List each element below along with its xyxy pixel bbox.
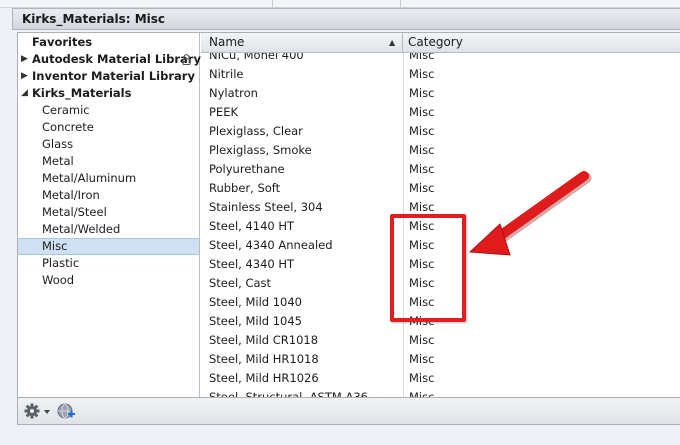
list-header: Name ▲ Category <box>201 33 680 53</box>
material-name: Steel, Mild HR1026 <box>209 371 319 385</box>
material-category: Misc <box>409 333 435 347</box>
tree-item-label: Misc <box>42 239 68 253</box>
add-material-button[interactable] <box>56 402 78 420</box>
column-header-name-label: Name <box>209 35 245 49</box>
tree-item[interactable]: Metal/Steel <box>18 204 199 221</box>
table-row[interactable]: Polyurethane Misc <box>201 160 680 179</box>
collapsed-arrow-icon[interactable]: ▶ <box>21 51 31 68</box>
material-category: Misc <box>409 390 435 397</box>
tree-item-label: Metal/Aluminum <box>42 171 137 185</box>
library-title: Kirks_Materials: Misc <box>12 8 680 30</box>
tree-item[interactable]: Misc <box>18 238 199 255</box>
material-category: Misc <box>409 181 435 195</box>
tree-item-label: Plastic <box>42 256 80 270</box>
sort-ascending-icon: ▲ <box>389 38 396 47</box>
material-name: Steel, Mild 1045 <box>209 314 302 328</box>
table-row[interactable]: Nylatron Misc <box>201 84 680 103</box>
top-strip-segment <box>0 0 273 7</box>
bottom-toolbar <box>17 398 680 425</box>
tree-item-label: Wood <box>42 273 75 287</box>
column-header-name[interactable]: Name ▲ <box>201 33 403 52</box>
library-tree: Favorites ▶ Autodesk Material Library ▶ Inve… <box>18 33 201 397</box>
tree-item[interactable]: Plastic <box>18 255 199 272</box>
table-row[interactable]: Steel, Structural, ASTM A36 Misc <box>201 388 680 397</box>
material-name: Steel, Mild CR1018 <box>209 333 319 347</box>
tree-item[interactable]: Metal/Iron <box>18 187 199 204</box>
table-row[interactable]: Steel, Mild HR1018 Misc <box>201 350 680 369</box>
material-name: Plexiglass, Clear <box>209 124 303 138</box>
tree-item-label: Ceramic <box>42 103 90 117</box>
material-category: Misc <box>409 67 435 81</box>
settings-menu-button[interactable] <box>24 402 52 420</box>
tree-item[interactable]: Glass <box>18 136 199 153</box>
table-row[interactable]: Steel, Mild HR1026 Misc <box>201 369 680 388</box>
tree-item-label: Autodesk Material Library <box>32 52 201 66</box>
tree-item[interactable]: Ceramic <box>18 102 199 119</box>
table-row[interactable]: PEEK Misc <box>201 103 680 122</box>
tree-item-label: Glass <box>42 137 74 151</box>
material-name: Steel, Structural, ASTM A36 <box>209 390 368 397</box>
tree-item[interactable]: ◢ Kirks_Materials <box>18 85 199 102</box>
tree-item-label: Metal/Steel <box>42 205 107 219</box>
gear-icon <box>24 403 50 419</box>
tree-item-label: Inventor Material Library <box>32 69 195 83</box>
expanded-arrow-icon[interactable]: ◢ <box>21 85 31 102</box>
column-header-category-label: Category <box>408 35 463 49</box>
annotation-highlight-box <box>390 214 466 322</box>
material-name: Nylatron <box>209 86 258 100</box>
collapsed-arrow-icon[interactable]: ▶ <box>21 68 31 85</box>
table-row[interactable]: Plexiglass, Smoke Misc <box>201 141 680 160</box>
tree-item-label: Metal/Welded <box>42 222 121 236</box>
material-name: Steel, 4340 Annealed <box>209 238 333 252</box>
table-row[interactable]: Rubber, Soft Misc <box>201 179 680 198</box>
material-browser-panel: Favorites ▶ Autodesk Material Library ▶ Inve… <box>17 32 680 398</box>
table-row[interactable]: Nitrile Misc <box>201 65 680 84</box>
top-strip <box>0 0 680 8</box>
material-category: Misc <box>409 105 435 119</box>
material-name: Plexiglass, Smoke <box>209 143 312 157</box>
tree-item[interactable]: Favorites <box>18 34 199 51</box>
table-row[interactable]: Steel, Mild CR1018 Misc <box>201 331 680 350</box>
material-name: Nitrile <box>209 67 244 81</box>
material-name: Steel, 4340 HT <box>209 257 295 271</box>
material-category: Misc <box>409 124 435 138</box>
material-category: Misc <box>409 162 435 176</box>
tree-item-label: Favorites <box>32 35 93 49</box>
material-category: Misc <box>409 143 435 157</box>
table-row[interactable]: Plexiglass, Clear Misc <box>201 122 680 141</box>
lock-icon <box>182 54 191 65</box>
top-strip-segment <box>273 0 401 7</box>
tree-item[interactable]: ▶ Autodesk Material Library <box>18 51 201 68</box>
tree-item[interactable]: ▶ Inventor Material Library <box>18 68 199 85</box>
tree-item-label: Kirks_Materials <box>32 86 132 100</box>
material-category: Misc <box>409 371 435 385</box>
material-name: Steel, 4140 HT <box>209 219 295 233</box>
material-name: Steel, Mild HR1018 <box>209 352 319 366</box>
tree-item[interactable]: Concrete <box>18 119 199 136</box>
column-header-category[interactable]: Category <box>404 33 463 52</box>
globe-add-icon <box>57 403 75 419</box>
tree-item[interactable]: Wood <box>18 272 199 289</box>
material-name: Steel, Cast <box>209 276 272 290</box>
material-category: Misc <box>409 352 435 366</box>
material-name: PEEK <box>209 105 239 119</box>
material-category: Misc <box>409 86 435 100</box>
tree-item-label: Metal <box>42 154 74 168</box>
tree-item-label: Concrete <box>42 120 94 134</box>
material-name: Polyurethane <box>209 162 285 176</box>
material-name: Rubber, Soft <box>209 181 281 195</box>
tree-item[interactable]: Metal <box>18 153 199 170</box>
tree-item-label: Metal/Iron <box>42 188 100 202</box>
tree-item[interactable]: Metal/Welded <box>18 221 199 238</box>
tree-item[interactable]: Metal/Aluminum <box>18 170 199 187</box>
material-name: Stainless Steel, 304 <box>209 200 323 214</box>
material-name: Steel, Mild 1040 <box>209 295 302 309</box>
